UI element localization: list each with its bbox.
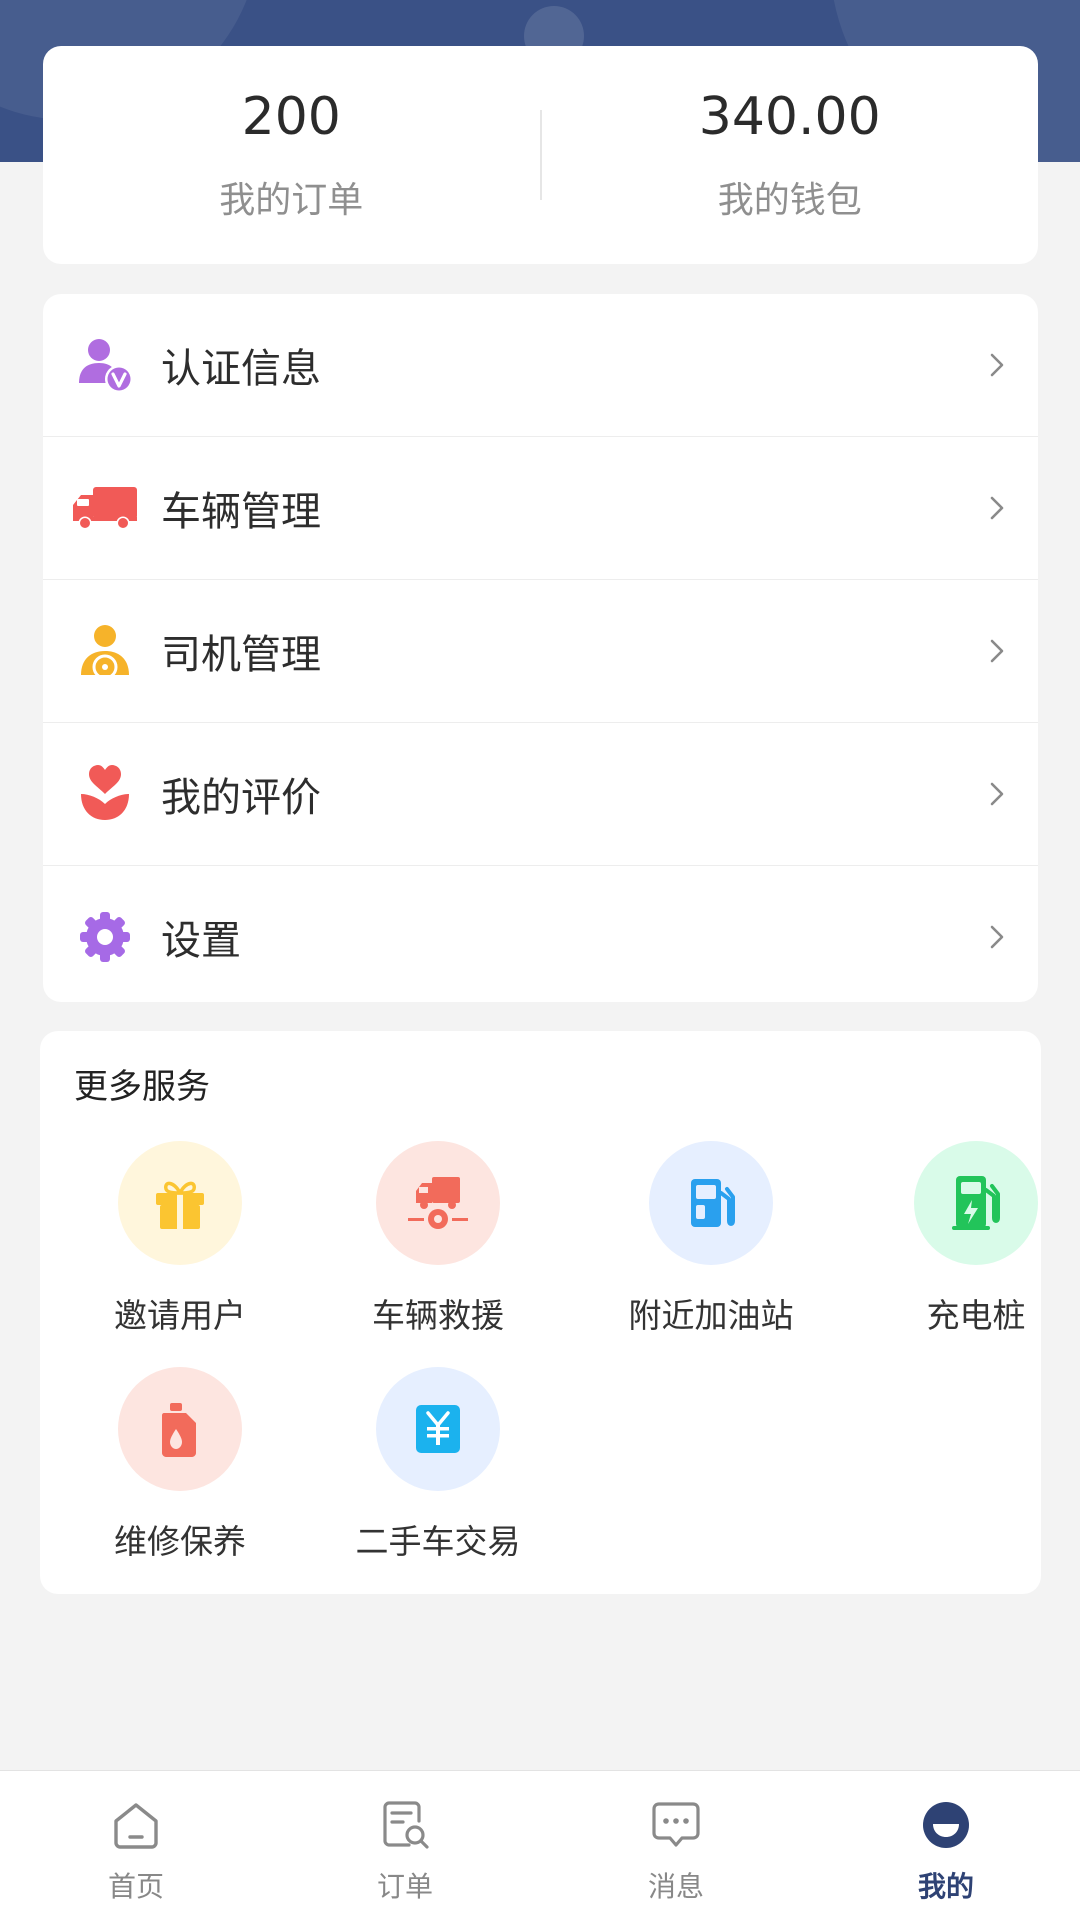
tab-messages[interactable]: 消息 bbox=[596, 1795, 756, 1905]
chevron-right-icon bbox=[982, 493, 1012, 523]
service-label: 附近加油站 bbox=[628, 1296, 794, 1335]
service-label: 维修保养 bbox=[114, 1522, 246, 1561]
menu-list: 认证信息 车辆管理 司机管理 我的评价 设置 bbox=[43, 294, 1038, 1002]
gear-icon bbox=[71, 903, 139, 971]
message-icon bbox=[646, 1795, 706, 1855]
order-search-icon bbox=[375, 1795, 435, 1855]
menu-item-label: 设置 bbox=[161, 918, 241, 964]
yen-receipt-icon bbox=[376, 1367, 500, 1491]
section-title: 更多服务 bbox=[74, 1067, 210, 1107]
orders-count: 200 bbox=[241, 87, 341, 147]
service-used-car-trading[interactable]: 二手车交易 bbox=[338, 1367, 538, 1563]
menu-item-certification[interactable]: 认证信息 bbox=[43, 294, 1038, 437]
menu-item-settings[interactable]: 设置 bbox=[43, 866, 1038, 1002]
more-services-section: 更多服务 邀请用户 车辆救援 附近加油站 充电桩 维修保养 二手车交易 bbox=[40, 1031, 1041, 1594]
service-label: 车辆救援 bbox=[372, 1296, 504, 1335]
chevron-right-icon bbox=[982, 922, 1012, 952]
oil-can-icon bbox=[118, 1367, 242, 1491]
menu-item-driver-management[interactable]: 司机管理 bbox=[43, 580, 1038, 723]
service-label: 二手车交易 bbox=[355, 1522, 521, 1561]
service-nearby-gas-station[interactable]: 附近加油站 bbox=[611, 1141, 811, 1337]
heart-flower-icon bbox=[71, 760, 139, 828]
my-orders-stat[interactable]: 200 我的订单 bbox=[43, 87, 540, 223]
menu-item-vehicle-management[interactable]: 车辆管理 bbox=[43, 437, 1038, 580]
wallet-label: 我的钱包 bbox=[717, 180, 862, 221]
service-maintenance[interactable]: 维修保养 bbox=[80, 1367, 280, 1563]
menu-item-label: 车辆管理 bbox=[161, 489, 321, 535]
stats-card: 200 我的订单 340.00 我的钱包 bbox=[43, 46, 1038, 264]
profile-icon bbox=[916, 1795, 976, 1855]
orders-label: 我的订单 bbox=[219, 180, 364, 221]
home-icon bbox=[106, 1795, 166, 1855]
driver-icon bbox=[71, 617, 139, 685]
tab-profile[interactable]: 我的 bbox=[866, 1795, 1026, 1905]
truck-icon bbox=[71, 474, 139, 542]
chevron-right-icon bbox=[982, 350, 1012, 380]
menu-item-label: 我的评价 bbox=[161, 775, 321, 821]
menu-item-my-reviews[interactable]: 我的评价 bbox=[43, 723, 1038, 866]
menu-item-label: 司机管理 bbox=[161, 632, 321, 678]
service-invite-users[interactable]: 邀请用户 bbox=[80, 1141, 280, 1337]
certified-user-icon bbox=[71, 331, 139, 399]
service-charging-station[interactable]: 充电桩 bbox=[876, 1141, 1076, 1337]
service-label: 充电桩 bbox=[926, 1296, 1026, 1335]
tab-label: 订单 bbox=[376, 1870, 433, 1903]
menu-item-label: 认证信息 bbox=[161, 346, 321, 392]
charging-pile-icon bbox=[914, 1141, 1038, 1265]
tab-orders[interactable]: 订单 bbox=[325, 1795, 485, 1905]
chevron-right-icon bbox=[982, 636, 1012, 666]
chevron-right-icon bbox=[982, 779, 1012, 809]
wallet-balance: 340.00 bbox=[698, 87, 881, 147]
tab-label: 首页 bbox=[107, 1870, 164, 1903]
tab-label: 我的 bbox=[917, 1870, 974, 1903]
tab-label: 消息 bbox=[647, 1870, 704, 1903]
bottom-tab-bar: 首页 订单 消息 我的 bbox=[0, 1770, 1080, 1921]
tab-home[interactable]: 首页 bbox=[56, 1795, 216, 1905]
service-vehicle-rescue[interactable]: 车辆救援 bbox=[338, 1141, 538, 1337]
my-wallet-stat[interactable]: 340.00 我的钱包 bbox=[542, 87, 1039, 223]
fuel-pump-icon bbox=[649, 1141, 773, 1265]
rescue-truck-icon bbox=[376, 1141, 500, 1265]
gift-icon bbox=[118, 1141, 242, 1265]
service-label: 邀请用户 bbox=[114, 1296, 246, 1335]
